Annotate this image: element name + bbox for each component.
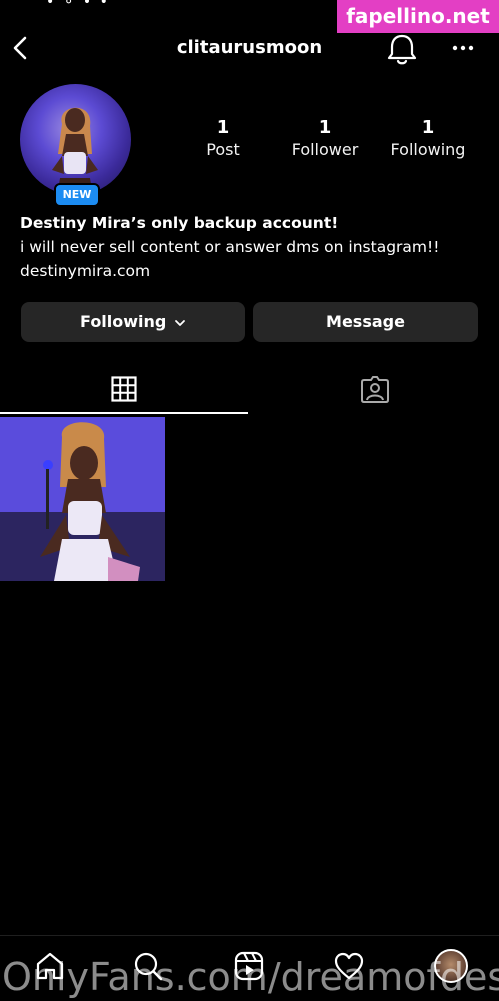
bio-name: Destiny Mira’s only backup account!: [20, 214, 339, 232]
grid-icon: [111, 376, 137, 402]
following-button-label: Following: [80, 312, 167, 331]
watermark-bottom: OnlyFans.com/dreamofdest: [2, 955, 499, 999]
new-badge: NEW: [54, 183, 100, 207]
bell-icon: [387, 34, 417, 65]
bio-text: i will never sell content or answer dms …: [20, 238, 440, 256]
profile-bio: Destiny Mira’s only backup account! i wi…: [20, 211, 490, 283]
active-tab-indicator: [0, 412, 248, 414]
stat-posts-count: 1: [216, 117, 230, 138]
profile-username: clitaurusmoon: [176, 37, 323, 58]
watermark-top: fapellino.net: [337, 0, 499, 33]
more-horizontal-icon: [452, 45, 474, 51]
post-image: [0, 417, 165, 581]
stat-followers-label: Follower: [291, 140, 359, 159]
stat-followers[interactable]: 1 Follower: [286, 117, 364, 161]
more-options-button[interactable]: [450, 36, 476, 60]
bio-link[interactable]: destinymira.com: [20, 259, 490, 283]
stat-followers-count: 1: [318, 117, 332, 138]
status-indicator: • ⚬ • •: [46, 0, 110, 10]
chevron-down-icon: [175, 319, 185, 326]
notifications-button[interactable]: [386, 32, 418, 66]
stat-posts-label: Post: [206, 140, 240, 159]
tab-posts-grid[interactable]: [0, 366, 248, 412]
message-button[interactable]: Message: [253, 302, 478, 342]
tab-tagged[interactable]: [250, 366, 499, 412]
profile-avatar[interactable]: [20, 84, 131, 195]
stat-following[interactable]: 1 Following: [386, 117, 470, 161]
message-button-label: Message: [326, 312, 405, 331]
stat-following-label: Following: [390, 140, 466, 159]
stat-posts[interactable]: 1 Post: [196, 117, 250, 161]
following-button[interactable]: Following: [21, 302, 245, 342]
avatar-figure: [52, 107, 98, 195]
tagged-person-icon: [360, 376, 389, 403]
post-thumbnail[interactable]: [0, 417, 165, 581]
stat-following-count: 1: [421, 117, 435, 138]
